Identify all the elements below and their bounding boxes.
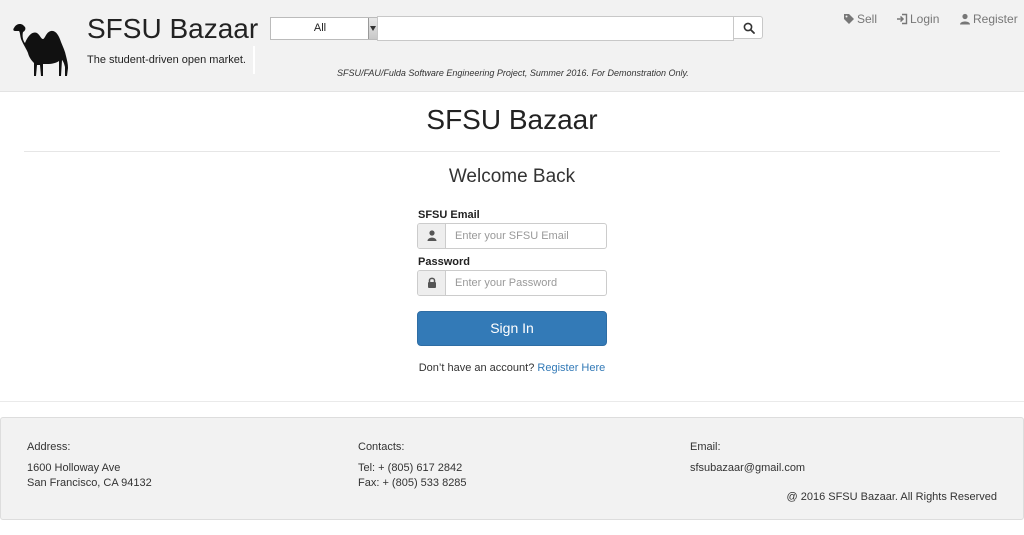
- category-select-value: All: [313, 22, 327, 34]
- password-input-group: [417, 270, 607, 296]
- brand-divider: [253, 46, 255, 74]
- no-account-text: Don’t have an account?: [418, 362, 535, 374]
- copyright-text: @ 2016 SFSU Bazaar. All Rights Reserved: [786, 491, 998, 503]
- nav-login-link[interactable]: Login: [896, 12, 939, 26]
- nav-register-link[interactable]: Register: [959, 12, 1018, 26]
- project-note: SFSU/FAU/Fulda Software Engineering Proj…: [337, 68, 689, 78]
- email-heading: Email:: [690, 441, 721, 453]
- footer-address: Address: 1600 Holloway Ave San Francisco…: [27, 440, 152, 491]
- tag-icon: [844, 14, 854, 24]
- welcome-heading: Welcome Back: [448, 166, 576, 187]
- user-icon: [427, 230, 437, 241]
- footer-divider: [0, 401, 1024, 402]
- password-field[interactable]: [446, 271, 606, 295]
- nav-sell-link[interactable]: Sell: [843, 12, 877, 26]
- register-here-link[interactable]: Register Here: [537, 362, 605, 374]
- login-icon: [897, 13, 908, 25]
- footer-contacts: Contacts: Tel: + (805) 617 2842 Fax: + (…: [358, 440, 467, 491]
- search-icon: [743, 22, 755, 34]
- title-divider: [24, 151, 1000, 152]
- page-title: SFSU Bazaar: [426, 104, 598, 135]
- contacts-heading: Contacts:: [358, 441, 405, 453]
- search-input[interactable]: [377, 16, 734, 41]
- nav-sell-label: Sell: [857, 12, 878, 26]
- email-field[interactable]: [446, 224, 606, 248]
- email-label: SFSU Email: [418, 209, 480, 221]
- address-line-1: 1600 Holloway Ave: [27, 462, 121, 474]
- category-select[interactable]: All: [270, 17, 378, 40]
- address-heading: Address:: [27, 441, 71, 453]
- footer-email: Email: sfsubazaar@gmail.com: [690, 440, 805, 476]
- user-icon-addon: [418, 224, 446, 248]
- contact-fax: Fax: + (805) 533 8285: [358, 477, 467, 489]
- email-input-group: [417, 223, 607, 249]
- nav-login-label: Login: [910, 12, 940, 26]
- user-icon: [960, 13, 970, 25]
- search-button[interactable]: [733, 16, 763, 39]
- contact-tel: Tel: + (805) 617 2842: [358, 462, 463, 474]
- lock-icon: [428, 277, 436, 288]
- address-line-2: San Francisco, CA 94132: [27, 477, 152, 489]
- brand-tagline: The student-driven open market.: [87, 54, 246, 66]
- brand-title[interactable]: SFSU Bazaar: [87, 13, 258, 45]
- register-prompt: Don’t have an account? Register Here: [0, 362, 1024, 374]
- site-header: SFSU Bazaar The student-driven open mark…: [0, 0, 1024, 92]
- contact-email: sfsubazaar@gmail.com: [690, 462, 806, 474]
- camel-icon[interactable]: [10, 14, 74, 78]
- lock-icon-addon: [418, 271, 446, 295]
- sign-in-button[interactable]: Sign In: [417, 311, 607, 346]
- nav-register-label: Register: [973, 12, 1018, 26]
- password-label: Password: [418, 256, 470, 268]
- site-footer: Address: 1600 Holloway Ave San Francisco…: [0, 417, 1024, 520]
